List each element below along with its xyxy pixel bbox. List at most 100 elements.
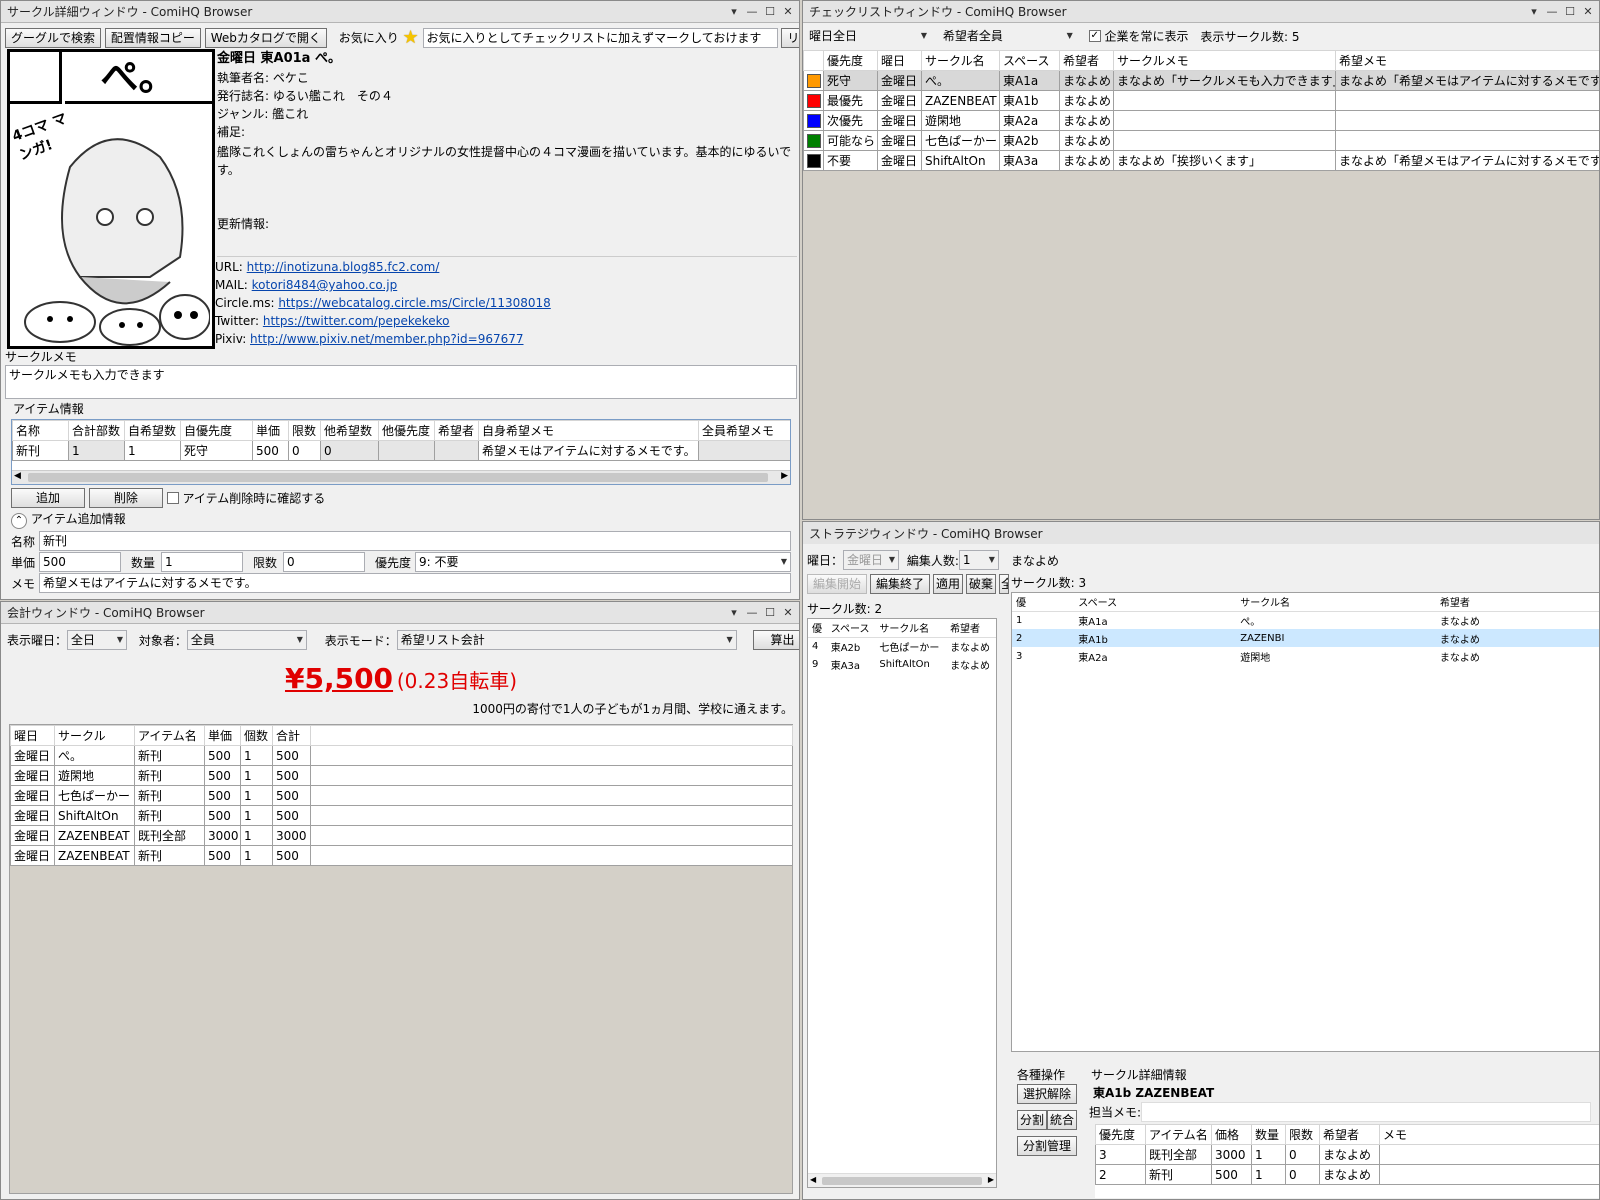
table-row[interactable]: 金曜日 ShiftAltOn 新刊 500 1 500 (10, 805, 793, 826)
day-select[interactable]: 全日 (67, 630, 128, 650)
list-item[interactable]: 4 東A2b 七色ぱーかー まなよめ (808, 637, 996, 655)
maximize-icon[interactable]: ☐ (763, 606, 777, 620)
column-header[interactable]: 自希望数 (124, 420, 181, 441)
strategy-day-select[interactable]: 金曜日 (843, 550, 900, 570)
dropdown-icon[interactable]: ▾ (1527, 5, 1541, 19)
column-header[interactable]: 曜日 (10, 725, 55, 746)
item-name-input[interactable]: 新刊 (39, 531, 791, 551)
column-header[interactable]: スペース (826, 619, 876, 638)
circle-memo-field[interactable]: サークルメモも入力できます (5, 365, 797, 399)
column-header[interactable]: スペース (999, 50, 1060, 71)
table-row[interactable]: 死守 金曜日 ぺ。 東A1a まなよめ まなよめ「サークルメモも入力できます」 まなよめ「希… (803, 70, 1599, 91)
table-cell[interactable]: 新刊 (12, 440, 69, 461)
calculate-button[interactable]: 算出 (752, 630, 799, 650)
mode-select[interactable]: 希望リスト会計 (396, 630, 737, 650)
show-corp-checkbox[interactable]: ✓ (1088, 30, 1101, 42)
column-header[interactable]: 価格 (1211, 1124, 1252, 1145)
assignee-memo-input[interactable] (1141, 1102, 1592, 1122)
column-header[interactable]: アイテム名 (134, 725, 205, 746)
target-select[interactable]: 全員 (186, 630, 307, 650)
close-icon[interactable]: ✕ (1581, 5, 1595, 19)
limit-input[interactable]: 0 (283, 552, 365, 572)
scroll-left-icon[interactable]: ◀ (14, 471, 21, 481)
google-search-button[interactable]: グーグルで検索 (5, 27, 102, 48)
apply-button[interactable]: 適用 (933, 574, 964, 594)
table-row[interactable]: 新刊 1 1 死守 500 0 0 希望メモはアイテムに対するメモです。 (12, 440, 790, 461)
list-item[interactable]: 2 東A1b ZAZENBI まなよめ (1012, 629, 1599, 647)
table-row[interactable]: 金曜日 ぺ。 新刊 500 1 500 (10, 745, 793, 766)
discard-button[interactable]: 破棄 (966, 574, 997, 594)
dropdown-icon[interactable]: ▾ (727, 5, 741, 19)
table-cell[interactable]: 0 (288, 440, 321, 461)
column-header[interactable]: 全員希望メモ (698, 420, 790, 441)
edit-end-button[interactable]: 編集終了 (870, 574, 931, 594)
column-header[interactable]: 希望者 (1319, 1124, 1380, 1145)
edit-start-button[interactable]: 編集開始 (807, 574, 868, 594)
column-header[interactable]: 数量 (1251, 1124, 1286, 1145)
column-header[interactable]: 限数 (288, 420, 321, 441)
copy-location-button[interactable]: 配置情報コピー (104, 27, 201, 48)
column-header[interactable]: 優先度 (1095, 1124, 1146, 1145)
scroll-right-icon[interactable]: ▶ (988, 1175, 994, 1184)
column-header[interactable]: 限数 (1285, 1124, 1320, 1145)
more-button[interactable]: 全 (999, 574, 1010, 594)
table-row[interactable]: 金曜日 ZAZENBEAT 新刊 500 1 500 (10, 845, 793, 866)
checklist-user-select[interactable]: 希望者全員 (938, 26, 1077, 46)
column-header[interactable]: 自身希望メモ (478, 420, 699, 441)
close-icon[interactable]: ✕ (781, 606, 795, 620)
scroll-right-icon[interactable]: ▶ (781, 471, 788, 481)
table-row[interactable]: 最優先 金曜日 ZAZENBEAT 東A1b まなよめ (803, 90, 1599, 111)
link-value[interactable]: kotori8484@yahoo.co.jp (252, 278, 398, 292)
link-value[interactable]: http://www.pixiv.net/member.php?id=96767… (250, 332, 523, 346)
column-header[interactable]: スペース (1074, 593, 1237, 612)
table-cell[interactable]: 1 (124, 440, 181, 461)
list-item[interactable]: 1 東A1a ぺ。 まなよめ (1012, 611, 1599, 629)
table-row[interactable]: 3 既刊全部 3000 1 0 まなよめ (1095, 1144, 1599, 1165)
table-row[interactable]: 金曜日 遊閑地 新刊 500 1 500 (10, 765, 793, 786)
clear-selection-button[interactable]: 選択解除 (1017, 1084, 1078, 1104)
link-value[interactable]: http://inotizuna.blog85.fc2.com/ (247, 260, 440, 274)
column-header[interactable]: 優 (808, 619, 827, 638)
open-web-catalog-button[interactable]: Webカタログで開く (204, 27, 327, 48)
collapse-icon[interactable]: ⌃ (11, 513, 27, 529)
scroll-left-icon[interactable]: ◀ (810, 1175, 816, 1184)
qty-input[interactable]: 1 (161, 552, 243, 572)
table-row[interactable]: 金曜日 ZAZENBEAT 既刊全部 3000 1 3000 (10, 825, 793, 846)
merge-button[interactable]: 統合 (1047, 1110, 1078, 1130)
star-icon[interactable]: ★ (403, 27, 419, 48)
table-cell[interactable]: 希望メモはアイテムに対するメモです。 (478, 440, 699, 461)
table-row[interactable]: 2 新刊 500 1 0 まなよめ (1095, 1164, 1599, 1185)
column-header[interactable]: 合計部数 (68, 420, 125, 441)
table-row[interactable]: 不要 金曜日 ShiftAltOn 東A3a まなよめ まなよめ「挨拶いくます」 まなよめ「… (803, 150, 1599, 171)
column-header[interactable]: サークル名 (875, 619, 947, 638)
checklist-day-select[interactable]: 曜日全日 (805, 26, 931, 46)
column-header[interactable]: サークル名 (921, 50, 1000, 71)
column-header[interactable]: 優先度 (823, 50, 878, 71)
table-cell[interactable]: 死守 (180, 440, 253, 461)
minimize-icon[interactable]: — (745, 606, 759, 620)
column-header[interactable]: 自優先度 (180, 420, 253, 441)
column-header[interactable]: 希望メモ (1335, 50, 1599, 71)
link-value[interactable]: https://webcatalog.circle.ms/Circle/1130… (278, 296, 550, 310)
column-header[interactable]: 他優先度 (378, 420, 435, 441)
split-manage-button[interactable]: 分割管理 (1017, 1136, 1078, 1156)
table-row[interactable]: 可能なら 金曜日 七色ぱーかー 東A2b まなよめ (803, 130, 1599, 151)
column-header[interactable]: 単価 (204, 725, 241, 746)
minimize-icon[interactable]: — (745, 5, 759, 19)
price-input[interactable]: 500 (39, 552, 121, 572)
items-hscrollbar[interactable]: ◀ ▶ (12, 470, 790, 484)
column-header[interactable]: サークル名 (1236, 593, 1436, 612)
list-item[interactable]: 9 東A3a ShiftAltOn まなよめ (808, 655, 996, 673)
column-header[interactable]: 他希望数 (320, 420, 379, 441)
left-hscrollbar[interactable]: ◀ ▶ (808, 1173, 996, 1187)
table-row[interactable]: 次優先 金曜日 遊閑地 東A2a まなよめ (803, 110, 1599, 131)
split-button[interactable]: 分割 (1017, 1110, 1048, 1130)
add-item-button[interactable]: 追加 (11, 488, 85, 508)
column-header[interactable]: 希望者 (946, 619, 996, 638)
column-header[interactable]: サークル (54, 725, 135, 746)
delete-item-button[interactable]: 削除 (88, 488, 163, 508)
column-header[interactable]: メモ (1379, 1124, 1599, 1145)
table-cell[interactable]: 500 (252, 440, 289, 461)
column-header[interactable]: 希望者 (1059, 50, 1114, 71)
column-header[interactable]: サークルメモ (1113, 50, 1336, 71)
